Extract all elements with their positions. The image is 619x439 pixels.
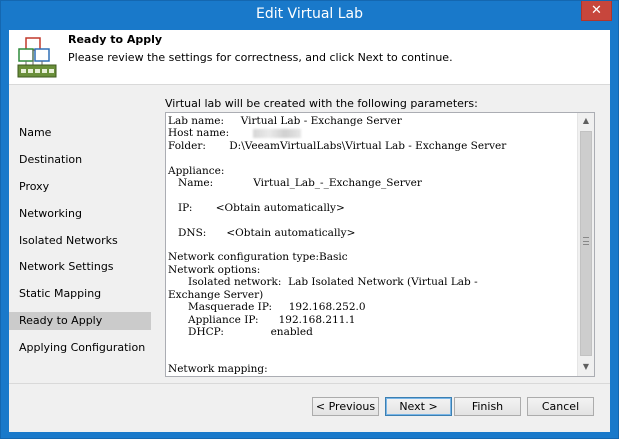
title-bar[interactable]: Edit Virtual Lab ✕ <box>1 1 618 29</box>
nav-step-networking[interactable]: Networking <box>9 205 151 223</box>
scroll-down-icon[interactable]: ▼ <box>578 359 594 375</box>
summary-line <box>168 152 578 164</box>
next-button[interactable]: Next > <box>385 397 452 416</box>
finish-button[interactable]: Finish <box>454 397 521 416</box>
footer-divider <box>9 383 610 384</box>
close-button[interactable]: ✕ <box>581 1 612 21</box>
nav-step-isolated-networks[interactable]: Isolated Networks <box>9 232 151 250</box>
summary-line: DNS: <Obtain automatically> <box>168 226 356 239</box>
summary-line <box>168 351 578 363</box>
summary-line: Host name: <box>168 127 578 139</box>
summary-line: Masquerade IP: 192.168.252.0 <box>168 301 366 314</box>
nav-step-ready-to-apply[interactable]: Ready to Apply <box>9 312 151 330</box>
wizard-steps-nav: Name Destination Proxy Networking Isolat… <box>9 86 154 376</box>
summary-line: Network configuration type:Basic <box>168 251 348 264</box>
summary-line: IP: <Obtain automatically> <box>168 201 345 214</box>
summary-line: Appliance: <box>168 164 225 177</box>
wizard-header: Ready to Apply Please review the setting… <box>9 30 610 85</box>
close-icon: ✕ <box>591 3 602 18</box>
summary-line: Lab name: Virtual Lab - Exchange Server <box>168 115 402 127</box>
summary-line <box>168 338 578 350</box>
edit-virtual-lab-window: Edit Virtual Lab ✕ Ready to Apply Please… <box>0 0 619 439</box>
nav-step-network-settings[interactable]: Network Settings <box>9 258 151 276</box>
summary-line: Name: Virtual_Lab_-_Exchange_Server <box>168 177 422 190</box>
previous-button[interactable]: < Previous <box>312 397 379 416</box>
summary-line <box>168 189 578 201</box>
nav-step-proxy[interactable]: Proxy <box>9 178 151 196</box>
redacted-host-name <box>252 128 301 138</box>
summary-line <box>168 239 578 251</box>
parameters-label: Virtual lab will be created with the fol… <box>165 97 478 110</box>
summary-line: Exchange Server) <box>168 288 264 301</box>
parameters-text: Lab name: Virtual Lab - Exchange Server H… <box>168 115 578 376</box>
grip-icon <box>583 237 589 245</box>
parameters-summary-textbox[interactable]: Lab name: Virtual Lab - Exchange Server H… <box>165 112 595 377</box>
nav-step-static-mapping[interactable]: Static Mapping <box>9 285 151 303</box>
vertical-scrollbar[interactable]: ▲ ▼ <box>577 113 594 376</box>
summary-line: Isolated network: Lab Isolated Network (… <box>168 276 478 289</box>
header-description: Please review the settings for correctne… <box>68 51 453 64</box>
summary-line: Folder: D:\VeeamVirtualLabs\Virtual Lab … <box>168 139 507 152</box>
dialog-client-area: Ready to Apply Please review the setting… <box>9 30 610 432</box>
summary-line <box>168 214 578 226</box>
summary-line: DHCP: enabled <box>168 325 313 338</box>
summary-line: Appliance IP: 192.168.211.1 <box>168 313 356 326</box>
virtual-lab-icon <box>17 37 57 78</box>
header-title: Ready to Apply <box>68 33 163 46</box>
nav-step-destination[interactable]: Destination <box>9 151 151 169</box>
nav-step-applying-configuration[interactable]: Applying Configuration <box>9 339 151 357</box>
scroll-up-icon[interactable]: ▲ <box>578 113 594 129</box>
cancel-button[interactable]: Cancel <box>527 397 594 416</box>
summary-line: Network mapping: <box>168 363 268 376</box>
window-title: Edit Virtual Lab <box>255 6 364 22</box>
nav-step-name[interactable]: Name <box>9 124 151 142</box>
scroll-thumb[interactable] <box>580 131 592 356</box>
summary-line: Network options: <box>168 263 261 276</box>
